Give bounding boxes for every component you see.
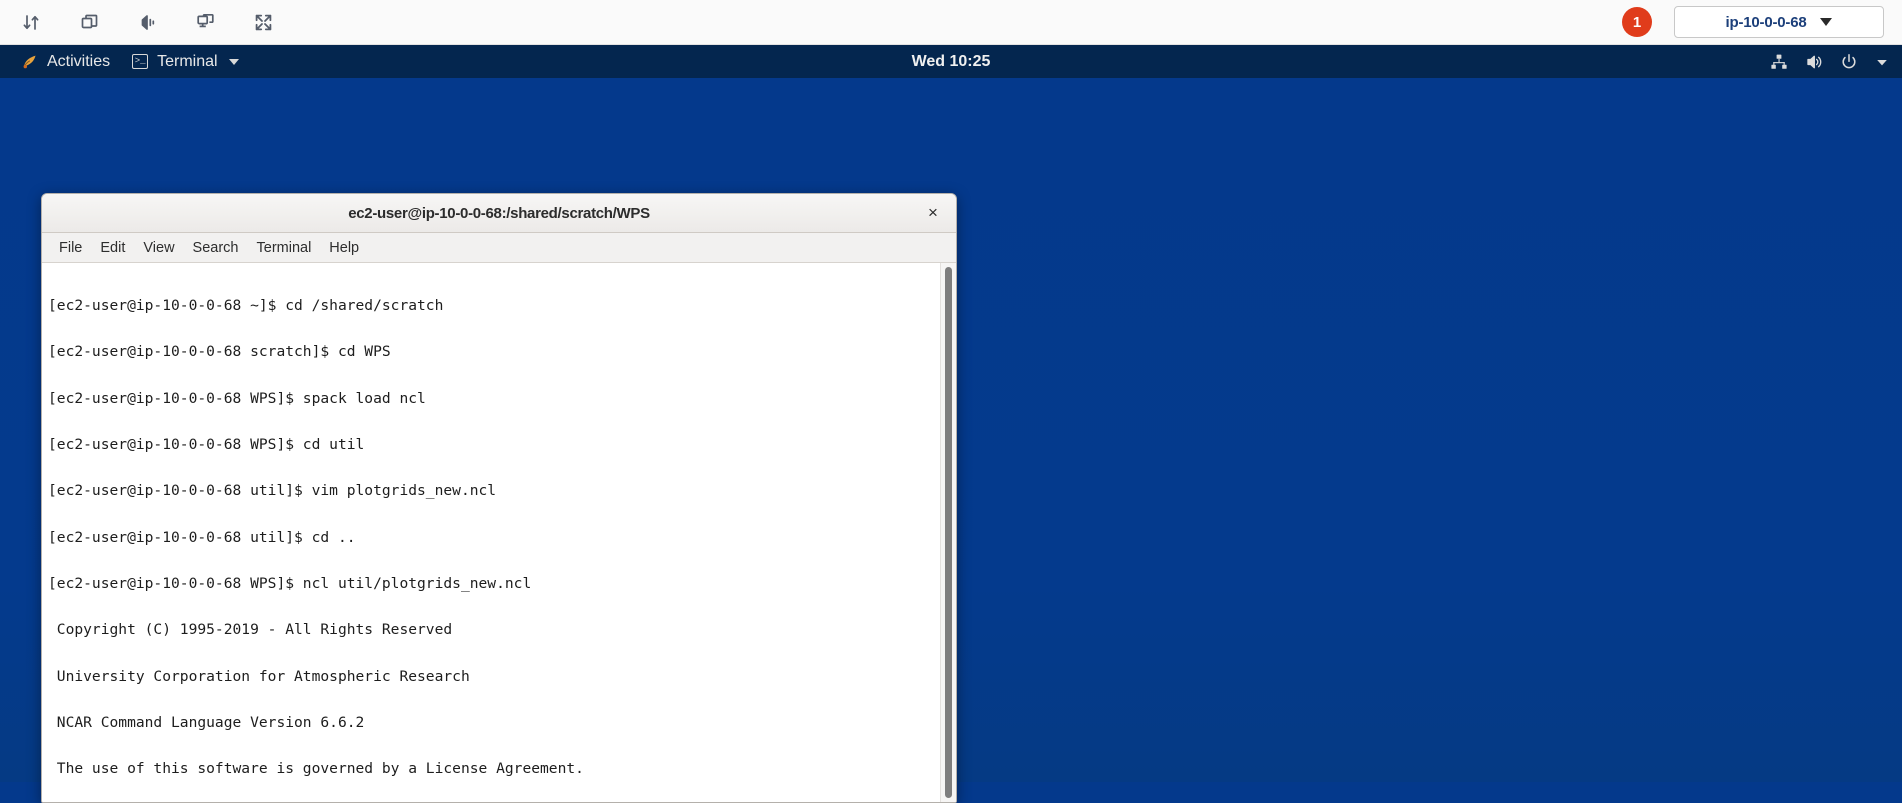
network-icon[interactable] bbox=[1770, 53, 1788, 71]
terminal-window: ec2-user@ip-10-0-0-68:/shared/scratch/WP… bbox=[41, 193, 957, 803]
terminal-line: NCAR Command Language Version 6.6.2 bbox=[48, 714, 365, 731]
terminal-line: [ec2-user@ip-10-0-0-68 util]$ vim plotgr… bbox=[48, 482, 497, 500]
terminal-line: [ec2-user@ip-10-0-0-68 WPS]$ cd util bbox=[48, 435, 365, 453]
terminal-line: [ec2-user@ip-10-0-0-68 WPS]$ ncl util/pl… bbox=[48, 574, 532, 592]
activities-button[interactable]: Activities bbox=[10, 49, 121, 75]
activities-icon bbox=[21, 53, 38, 70]
terminal-line: [ec2-user@ip-10-0-0-68 scratch]$ cd WPS bbox=[48, 343, 391, 361]
gnome-panel-status-area bbox=[1770, 53, 1889, 71]
copy-windows-icon[interactable] bbox=[72, 7, 106, 37]
menu-item-edit[interactable]: Edit bbox=[91, 237, 134, 259]
host-selector-label: ip-10-0-0-68 bbox=[1725, 13, 1807, 31]
client-toolbar: 1 ip-10-0-0-68 bbox=[0, 0, 1902, 45]
host-selector-dropdown[interactable]: ip-10-0-0-68 bbox=[1674, 6, 1884, 38]
file-transfer-icon[interactable] bbox=[14, 7, 48, 37]
terminal-line: [ec2-user@ip-10-0-0-68 WPS]$ spack load … bbox=[48, 389, 426, 407]
terminal-output[interactable]: [ec2-user@ip-10-0-0-68 ~]$ cd /shared/sc… bbox=[42, 263, 940, 802]
chevron-down-icon bbox=[1820, 18, 1833, 26]
menu-item-search[interactable]: Search bbox=[184, 237, 248, 259]
remote-display-icon[interactable] bbox=[188, 7, 222, 37]
menu-item-terminal[interactable]: Terminal bbox=[248, 237, 321, 259]
activities-label: Activities bbox=[47, 52, 111, 70]
terminal-scrollbar-thumb[interactable] bbox=[945, 267, 952, 798]
terminal-body: [ec2-user@ip-10-0-0-68 ~]$ cd /shared/sc… bbox=[42, 263, 956, 802]
chevron-down-icon[interactable] bbox=[1875, 55, 1889, 69]
power-icon[interactable] bbox=[1840, 53, 1858, 71]
client-toolbar-icons bbox=[14, 7, 280, 37]
terminal-line: Copyright (C) 1995-2019 - All Rights Res… bbox=[48, 621, 453, 639]
terminal-line: University Corporation for Atmospheric R… bbox=[48, 667, 470, 685]
terminal-menubar: File Edit View Search Terminal Help bbox=[42, 233, 956, 263]
panel-clock[interactable]: Wed 10:25 bbox=[912, 53, 991, 71]
audio-icon[interactable] bbox=[130, 7, 164, 37]
gnome-panel-left: Activities >_ Terminal bbox=[10, 49, 250, 75]
gnome-top-panel: Activities >_ Terminal Wed 10:25 bbox=[0, 45, 1902, 78]
menu-item-help[interactable]: Help bbox=[320, 237, 368, 259]
volume-icon[interactable] bbox=[1805, 53, 1823, 71]
terminal-window-title: ec2-user@ip-10-0-0-68:/shared/scratch/WP… bbox=[348, 204, 650, 222]
terminal-app-icon: >_ bbox=[132, 54, 149, 69]
app-menu-terminal[interactable]: >_ Terminal bbox=[121, 49, 249, 75]
menu-item-view[interactable]: View bbox=[134, 237, 183, 259]
terminal-line: [ec2-user@ip-10-0-0-68 util]$ cd .. bbox=[48, 528, 356, 546]
terminal-line: The use of this software is governed by … bbox=[48, 760, 584, 778]
terminal-line: [ec2-user@ip-10-0-0-68 ~]$ cd /shared/sc… bbox=[48, 296, 444, 314]
desktop-background: ec2-user@ip-10-0-0-68:/shared/scratch/WP… bbox=[0, 78, 1902, 803]
client-toolbar-right: 1 ip-10-0-0-68 bbox=[1622, 6, 1884, 38]
notification-badge[interactable]: 1 bbox=[1622, 7, 1652, 37]
terminal-scrollbar[interactable] bbox=[940, 263, 956, 802]
terminal-titlebar[interactable]: ec2-user@ip-10-0-0-68:/shared/scratch/WP… bbox=[42, 194, 956, 233]
fullscreen-icon[interactable] bbox=[246, 7, 280, 37]
close-icon[interactable]: × bbox=[922, 202, 944, 224]
chevron-down-icon bbox=[228, 58, 239, 65]
app-menu-label: Terminal bbox=[157, 52, 218, 70]
menu-item-file[interactable]: File bbox=[50, 237, 91, 259]
